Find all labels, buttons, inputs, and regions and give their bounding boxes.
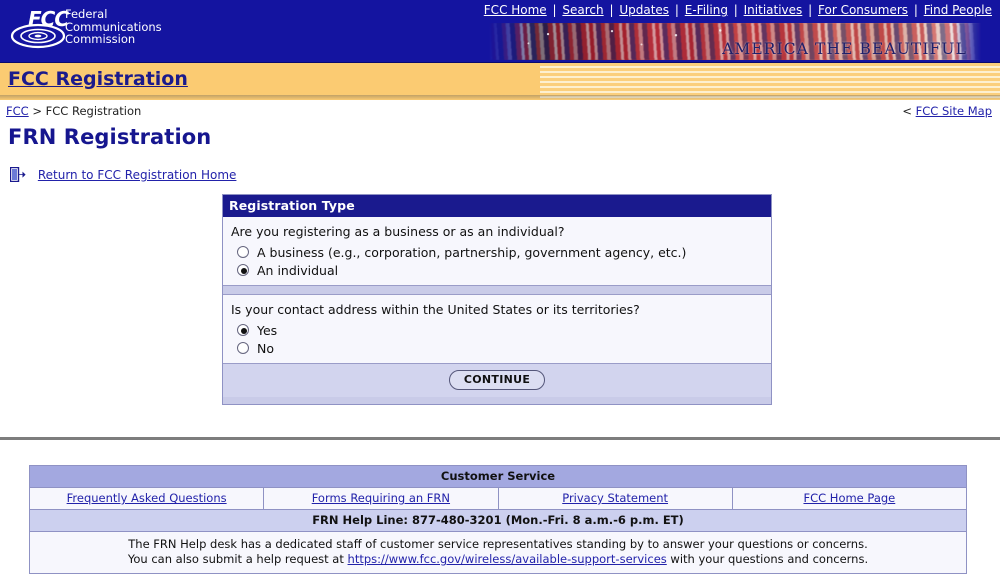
nav-link-e-filing[interactable]: E-Filing <box>685 3 728 17</box>
nav-link-updates[interactable]: Updates <box>619 3 669 17</box>
section-banner: FCC Registration <box>0 62 1000 100</box>
footer-link-faq[interactable]: Frequently Asked Questions <box>67 491 227 505</box>
fcc-logo: FCC Federal Communications Commission <box>8 6 188 56</box>
page-title: FRN Registration <box>8 125 212 149</box>
footer-help-text: The FRN Help desk has a dedicated staff … <box>30 532 966 573</box>
radio-business-label: A business (e.g., corporation, partnersh… <box>257 244 687 260</box>
footer-cell-faq: Frequently Asked Questions <box>30 488 265 509</box>
agency-name-line-1: Federal <box>65 7 108 21</box>
footer-help-text-line-1: The FRN Help desk has a dedicated staff … <box>128 537 868 551</box>
footer-help-text-suffix: with your questions and concerns. <box>666 552 869 566</box>
fcc-logo-letters: FCC <box>28 7 69 31</box>
radio-business[interactable] <box>237 246 249 258</box>
breadcrumb-separator: > <box>32 104 42 118</box>
footer-help-text-line-2: You can also submit a help request at ht… <box>34 552 962 567</box>
nav-separator: | <box>733 3 738 17</box>
question-contact-address: Is your contact address within the Unite… <box>231 302 640 317</box>
footer-support-services-link[interactable]: https://www.fcc.gov/wireless/available-s… <box>348 552 667 566</box>
return-home-row: Return to FCC Registration Home <box>10 167 1000 187</box>
registration-entity-section: Are you registering as a business or as … <box>223 217 771 285</box>
continue-button[interactable]: CONTINUE <box>448 370 546 390</box>
customer-service-footer: Customer Service Frequently Asked Questi… <box>29 465 967 574</box>
breadcrumb-current: FCC Registration <box>45 104 142 118</box>
return-to-registration-home-link[interactable]: Return to FCC Registration Home <box>38 168 237 182</box>
radio-option-business[interactable]: A business (e.g., corporation, partnersh… <box>229 243 771 261</box>
radio-no-label: No <box>257 340 274 356</box>
radio-individual[interactable] <box>237 264 249 276</box>
panel-bottom-band <box>223 397 771 404</box>
footer-help-line: FRN Help Line: 877-480-3201 (Mon.-Fri. 8… <box>30 510 966 532</box>
question-entity-type: Are you registering as a business or as … <box>231 224 565 239</box>
panel-section-divider <box>223 285 771 295</box>
footer-help-text-prefix: You can also submit a help request at <box>127 552 348 566</box>
nav-separator: | <box>674 3 679 17</box>
nav-separator: | <box>913 3 918 17</box>
footer-link-forms-requiring-frn[interactable]: Forms Requiring an FRN <box>312 491 450 505</box>
site-map-arrow-icon: < <box>902 104 912 118</box>
america-the-beautiful-banner: AMERICA THE BEAUTIFUL <box>489 23 981 60</box>
radio-yes[interactable] <box>237 324 249 336</box>
panel-footer: CONTINUE <box>223 363 771 397</box>
nav-link-find-people[interactable]: Find People <box>924 3 992 17</box>
footer-link-row: Frequently Asked Questions Forms Requiri… <box>30 488 966 510</box>
radio-no[interactable] <box>237 342 249 354</box>
footer-link-privacy-statement[interactable]: Privacy Statement <box>562 491 668 505</box>
radio-option-yes[interactable]: Yes <box>229 321 771 339</box>
nav-link-fcc-home[interactable]: FCC Home <box>484 3 547 17</box>
nav-separator: | <box>808 3 813 17</box>
radio-option-individual[interactable]: An individual <box>229 261 771 279</box>
site-map-link[interactable]: FCC Site Map <box>916 104 992 118</box>
radio-option-no[interactable]: No <box>229 339 771 357</box>
footer-cell-home: FCC Home Page <box>733 488 966 509</box>
fcc-logo-wordmark: Federal Communications Commission <box>65 8 162 46</box>
flag-fade-left <box>489 23 529 60</box>
content-footer-divider <box>0 437 1000 440</box>
nav-link-initiatives[interactable]: Initiatives <box>744 3 803 17</box>
panel-header: Registration Type <box>223 195 771 217</box>
contact-address-section: Is your contact address within the Unite… <box>223 295 771 363</box>
nav-link-for-consumers[interactable]: For Consumers <box>818 3 908 17</box>
footer-link-fcc-home-page[interactable]: FCC Home Page <box>803 491 895 505</box>
footer-cell-privacy: Privacy Statement <box>499 488 733 509</box>
footer-title: Customer Service <box>30 466 966 488</box>
breadcrumb-link-fcc[interactable]: FCC <box>6 104 29 118</box>
banner-caption: AMERICA THE BEAUTIFUL <box>722 40 967 58</box>
breadcrumb: FCC > FCC Registration < FCC Site Map <box>0 100 1000 122</box>
site-header: FCC Federal Communications Commission AM… <box>0 0 1000 62</box>
radio-yes-label: Yes <box>257 322 278 338</box>
global-nav: FCC Home | Search | Updates | E-Filing |… <box>484 3 992 17</box>
radio-individual-label: An individual <box>257 262 339 278</box>
footer-cell-forms: Forms Requiring an FRN <box>264 488 499 509</box>
nav-separator: | <box>552 3 557 17</box>
agency-name-line-3: Commission <box>65 32 136 47</box>
nav-separator: | <box>609 3 614 17</box>
section-banner-title[interactable]: FCC Registration <box>8 68 188 90</box>
registration-type-panel: Registration Type Are you registering as… <box>222 194 772 405</box>
site-map-link-wrap: < FCC Site Map <box>902 104 992 118</box>
nav-link-search[interactable]: Search <box>562 3 603 17</box>
exit-door-icon <box>10 167 26 182</box>
